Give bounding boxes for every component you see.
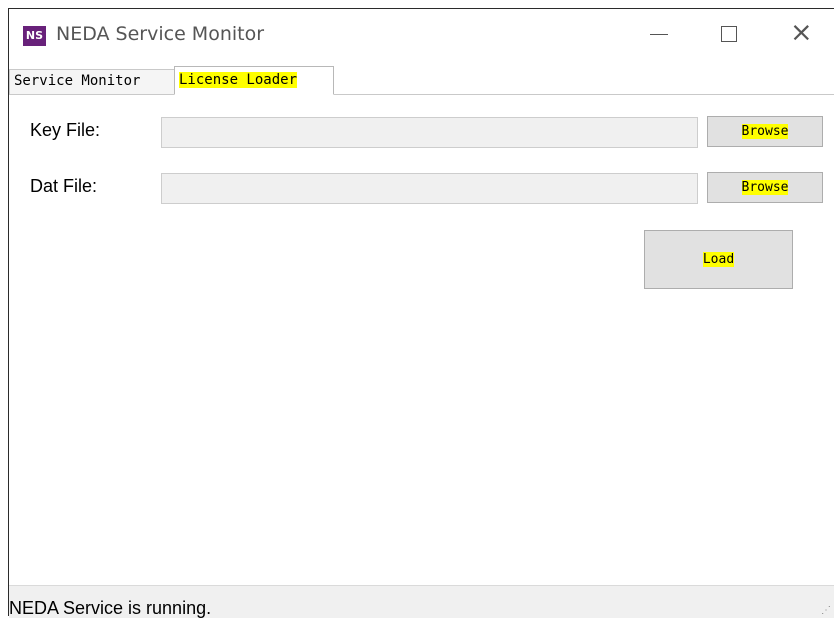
tab-license-loader-label: License Loader — [179, 72, 298, 88]
key-file-browse-button[interactable]: Browse — [707, 116, 823, 147]
dat-file-label: Dat File: — [30, 176, 98, 196]
minimize-icon — [650, 34, 668, 35]
window-title: NEDA Service Monitor — [56, 23, 265, 45]
status-bar: NEDA Service is running. ⋰ — [9, 585, 834, 618]
title-bar[interactable]: NS NEDA Service Monitor × — [9, 9, 834, 59]
tab-service-monitor[interactable]: Service Monitor — [9, 69, 175, 94]
maximize-icon — [721, 26, 737, 42]
app-icon: NS — [23, 26, 46, 46]
key-file-browse-label: Browse — [741, 124, 789, 139]
tab-strip: Service Monitor License Loader — [9, 66, 834, 95]
key-file-input[interactable] — [161, 117, 698, 148]
close-icon: × — [790, 17, 813, 48]
load-button[interactable]: Load — [644, 230, 793, 289]
close-button[interactable]: × — [764, 9, 834, 59]
tab-service-monitor-label: Service Monitor — [14, 73, 141, 89]
dat-file-browse-button[interactable]: Browse — [707, 172, 823, 203]
license-loader-panel: Key File: Browse Dat File: Browse Load — [9, 95, 834, 585]
resize-grip-icon[interactable]: ⋰ — [821, 605, 831, 616]
key-file-label: Key File: — [30, 120, 101, 140]
tab-license-loader[interactable]: License Loader — [174, 66, 334, 95]
minimize-button[interactable] — [621, 9, 691, 59]
dat-file-browse-label: Browse — [741, 180, 789, 195]
maximize-button[interactable] — [692, 9, 762, 59]
main-window: NS NEDA Service Monitor × Service Monito… — [8, 8, 834, 618]
dat-file-input[interactable] — [161, 173, 698, 204]
load-button-label: Load — [702, 252, 735, 267]
